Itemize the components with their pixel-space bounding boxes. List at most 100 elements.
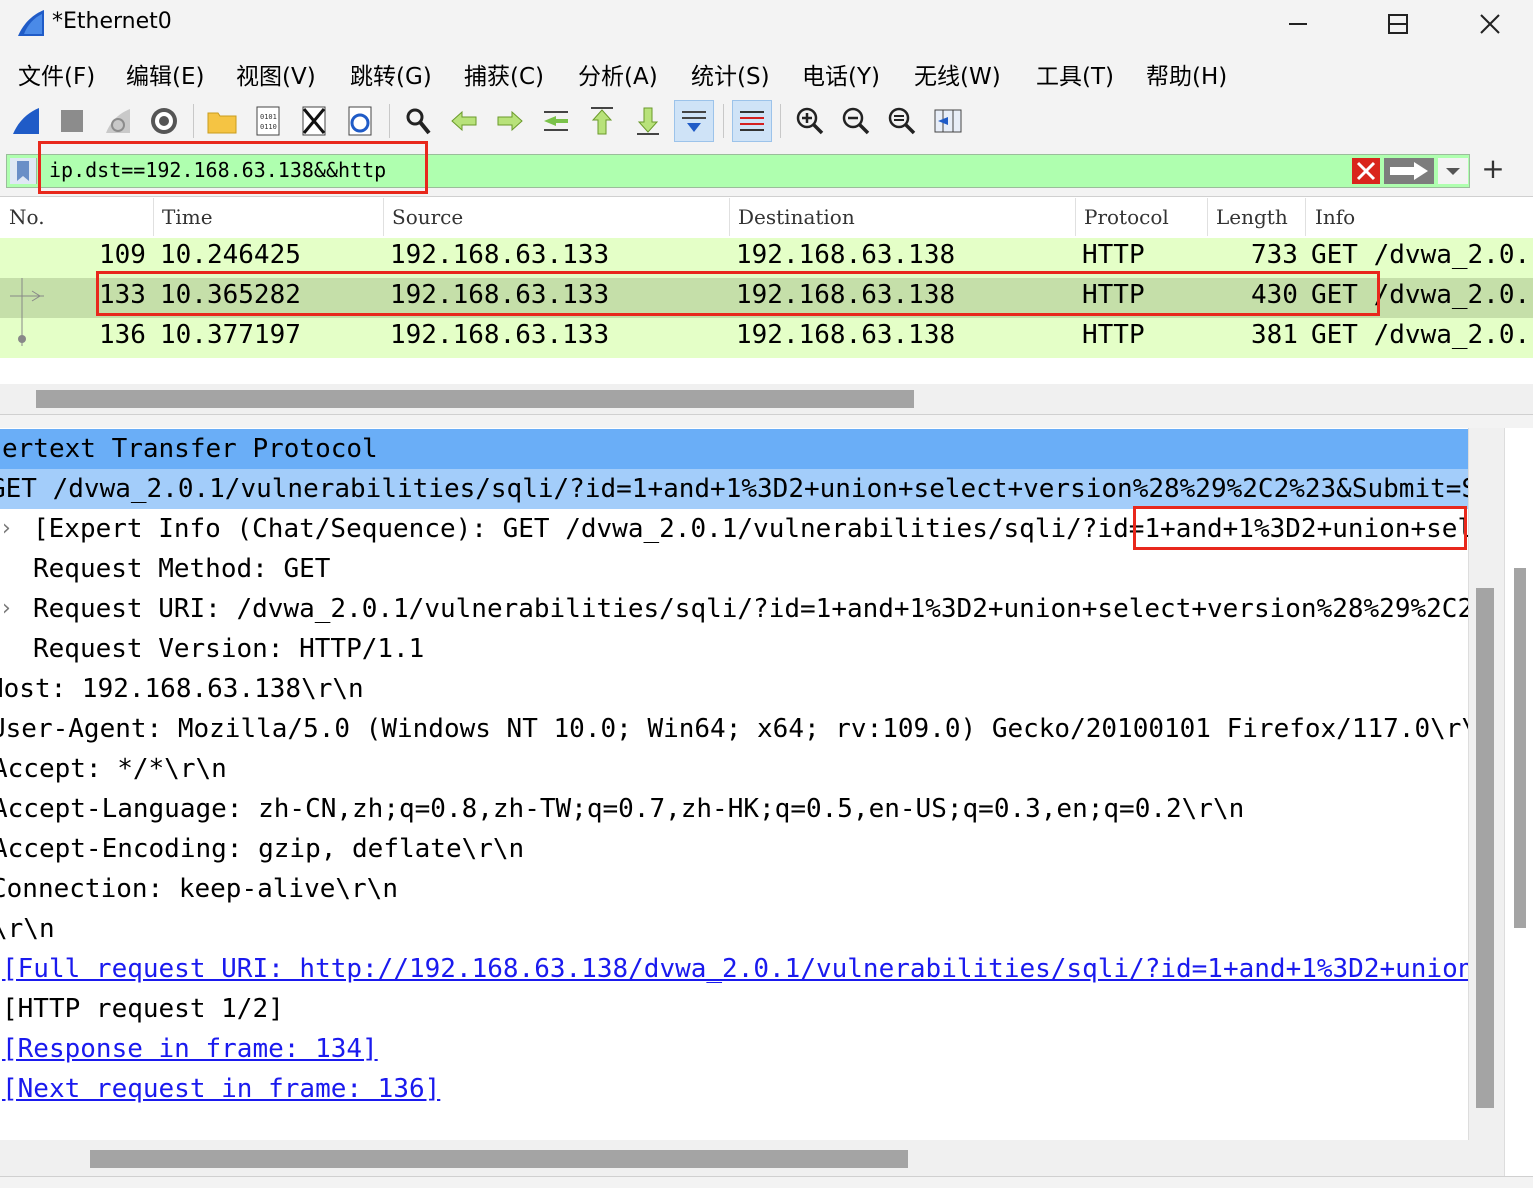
close-button[interactable] <box>1444 0 1533 48</box>
menu-view[interactable]: 视图(V) <box>236 57 316 91</box>
detail-line-response-frame[interactable]: [Response in frame: 134] <box>0 1029 1468 1069</box>
restart-capture-button[interactable] <box>98 100 138 142</box>
capture-options-gear-icon <box>151 108 177 134</box>
col-header-length[interactable]: Length <box>1216 205 1288 229</box>
cell-length: 381 <box>1251 320 1298 350</box>
go-to-packet-icon <box>544 111 568 131</box>
col-header-source[interactable]: Source <box>392 205 463 229</box>
restart-capture-icon <box>106 109 130 133</box>
detail-link-text[interactable]: [Response in frame: 134] <box>0 1034 378 1064</box>
detail-line-accept-encoding[interactable]: Accept-Encoding: gzip, deflate\r\n <box>0 829 1468 869</box>
detail-line-connection[interactable]: Connection: keep-alive\r\n <box>0 869 1468 909</box>
zoom-out-button[interactable] <box>836 100 876 142</box>
go-back-button[interactable] <box>444 100 484 142</box>
col-header-protocol[interactable]: Protocol <box>1084 205 1169 229</box>
stop-capture-button[interactable] <box>52 100 92 142</box>
cell-time: 10.377197 <box>160 320 301 350</box>
open-file-button[interactable] <box>202 100 242 142</box>
close-file-icon <box>302 106 326 136</box>
go-forward-button[interactable] <box>490 100 530 142</box>
detail-line-request[interactable]: GET /dvwa_2.0.1/vulnerabilities/sqli/?id… <box>0 469 1468 509</box>
cell-info: GET /dvwa_2.0.1/vulnerabilities/sqli/ <box>1311 240 1533 270</box>
cell-no: 109 <box>99 240 146 270</box>
go-last-button[interactable] <box>628 100 668 142</box>
go-back-icon <box>451 110 477 132</box>
resize-columns-icon <box>934 109 962 133</box>
add-filter-button[interactable]: + <box>1476 152 1510 190</box>
detail-line-next-request[interactable]: [Next request in frame: 136] <box>0 1069 1468 1109</box>
col-header-no[interactable]: No. <box>9 205 45 229</box>
col-header-info[interactable]: Info <box>1315 205 1355 229</box>
save-file-icon: 0101 0110 <box>256 106 280 136</box>
find-packet-button[interactable] <box>398 100 438 142</box>
menu-help[interactable]: 帮助(H) <box>1146 57 1227 91</box>
maximize-button[interactable] <box>1352 0 1444 48</box>
column-divider <box>729 198 730 236</box>
detail-line-version[interactable]: Request Version: HTTP/1.1 <box>0 629 1468 669</box>
detail-line-crlf[interactable]: \r\n <box>0 909 1468 949</box>
detail-line-protocol[interactable]: ertext Transfer Protocol <box>0 429 1468 469</box>
filter-bookmark-button[interactable] <box>10 158 37 184</box>
scrollbar-thumb[interactable] <box>1476 588 1494 1108</box>
menu-capture[interactable]: 捕获(C) <box>464 57 544 91</box>
shark-fin-start-icon <box>13 108 39 134</box>
resize-columns-button[interactable] <box>928 100 968 142</box>
col-header-time[interactable]: Time <box>162 205 213 229</box>
apply-filter-button[interactable] <box>1384 158 1434 184</box>
detail-text: \r\n <box>0 914 55 944</box>
zoom-in-icon <box>796 107 824 135</box>
detail-line-uri[interactable]: Request URI: /dvwa_2.0.1/vulnerabilities… <box>0 589 1468 629</box>
go-first-button[interactable] <box>582 100 622 142</box>
detail-text: Accept-Language: zh-CN,zh;q=0.8,zh-TW;q=… <box>0 794 1245 824</box>
zoom-normal-icon <box>888 107 916 135</box>
detail-line-accept[interactable]: Accept: */*\r\n <box>0 749 1468 789</box>
clear-filter-button[interactable] <box>1352 158 1380 184</box>
detail-line-full-uri[interactable]: [Full request URI: http://192.168.63.138… <box>0 949 1468 989</box>
detail-text: Host: 192.168.63.138\r\n <box>0 674 364 704</box>
start-capture-button[interactable] <box>6 100 46 142</box>
save-file-button[interactable]: 0101 0110 <box>248 100 288 142</box>
detail-link-text[interactable]: [Full request URI: http://192.168.63.138… <box>0 954 1468 984</box>
expand-arrow-icon[interactable]: › <box>2 596 16 621</box>
filter-history-dropdown[interactable] <box>1438 158 1468 184</box>
menu-telephony[interactable]: 电话(Y) <box>802 57 880 91</box>
auto-scroll-button[interactable] <box>674 100 714 142</box>
zoom-out-icon <box>842 107 870 135</box>
outer-scrollbar-thumb[interactable] <box>1514 568 1526 928</box>
reload-file-button[interactable] <box>340 100 380 142</box>
close-file-button[interactable] <box>294 100 334 142</box>
detail-line-user-agent[interactable]: User-Agent: Mozilla/5.0 (Windows NT 10.0… <box>0 709 1468 749</box>
annotation-box-payload <box>1133 506 1467 550</box>
menu-tools[interactable]: 工具(T) <box>1036 57 1114 91</box>
go-to-packet-button[interactable] <box>536 100 576 142</box>
detail-line-host[interactable]: Host: 192.168.63.138\r\n <box>0 669 1468 709</box>
menu-edit[interactable]: 编辑(E) <box>126 57 204 91</box>
menu-wireless[interactable]: 无线(W) <box>914 57 1001 91</box>
menu-analyze[interactable]: 分析(A) <box>578 57 658 91</box>
pane-splitter[interactable] <box>0 414 1533 429</box>
expand-arrow-icon[interactable]: › <box>2 516 16 541</box>
scrollbar-thumb[interactable] <box>36 390 914 408</box>
scrollbar-thumb[interactable] <box>90 1150 908 1168</box>
annotation-box-filter <box>38 141 428 194</box>
detail-link-text[interactable]: [Next request in frame: 136] <box>0 1074 440 1104</box>
minimize-icon <box>1289 23 1307 25</box>
reload-file-icon <box>348 106 372 136</box>
detail-line-method[interactable]: Request Method: GET <box>0 549 1468 589</box>
capture-options-button[interactable] <box>144 100 184 142</box>
menu-statistics[interactable]: 统计(S) <box>691 57 770 91</box>
cell-source: 192.168.63.133 <box>390 240 610 270</box>
zoom-normal-button[interactable] <box>882 100 922 142</box>
bookmark-icon <box>17 161 29 181</box>
zoom-in-button[interactable] <box>790 100 830 142</box>
detail-line-accept-language[interactable]: Accept-Language: zh-CN,zh;q=0.8,zh-TW;q=… <box>0 789 1468 829</box>
detail-line-request-index[interactable]: [HTTP request 1/2] <box>0 989 1468 1029</box>
colorize-button[interactable] <box>732 100 772 142</box>
column-divider <box>1207 198 1208 236</box>
close-icon <box>1480 14 1500 34</box>
menu-file[interactable]: 文件(F) <box>18 57 95 91</box>
col-header-destination[interactable]: Destination <box>738 205 855 229</box>
status-bar <box>0 1176 1533 1188</box>
menu-go[interactable]: 跳转(G) <box>350 57 432 91</box>
minimize-button-alt[interactable] <box>1252 0 1344 48</box>
